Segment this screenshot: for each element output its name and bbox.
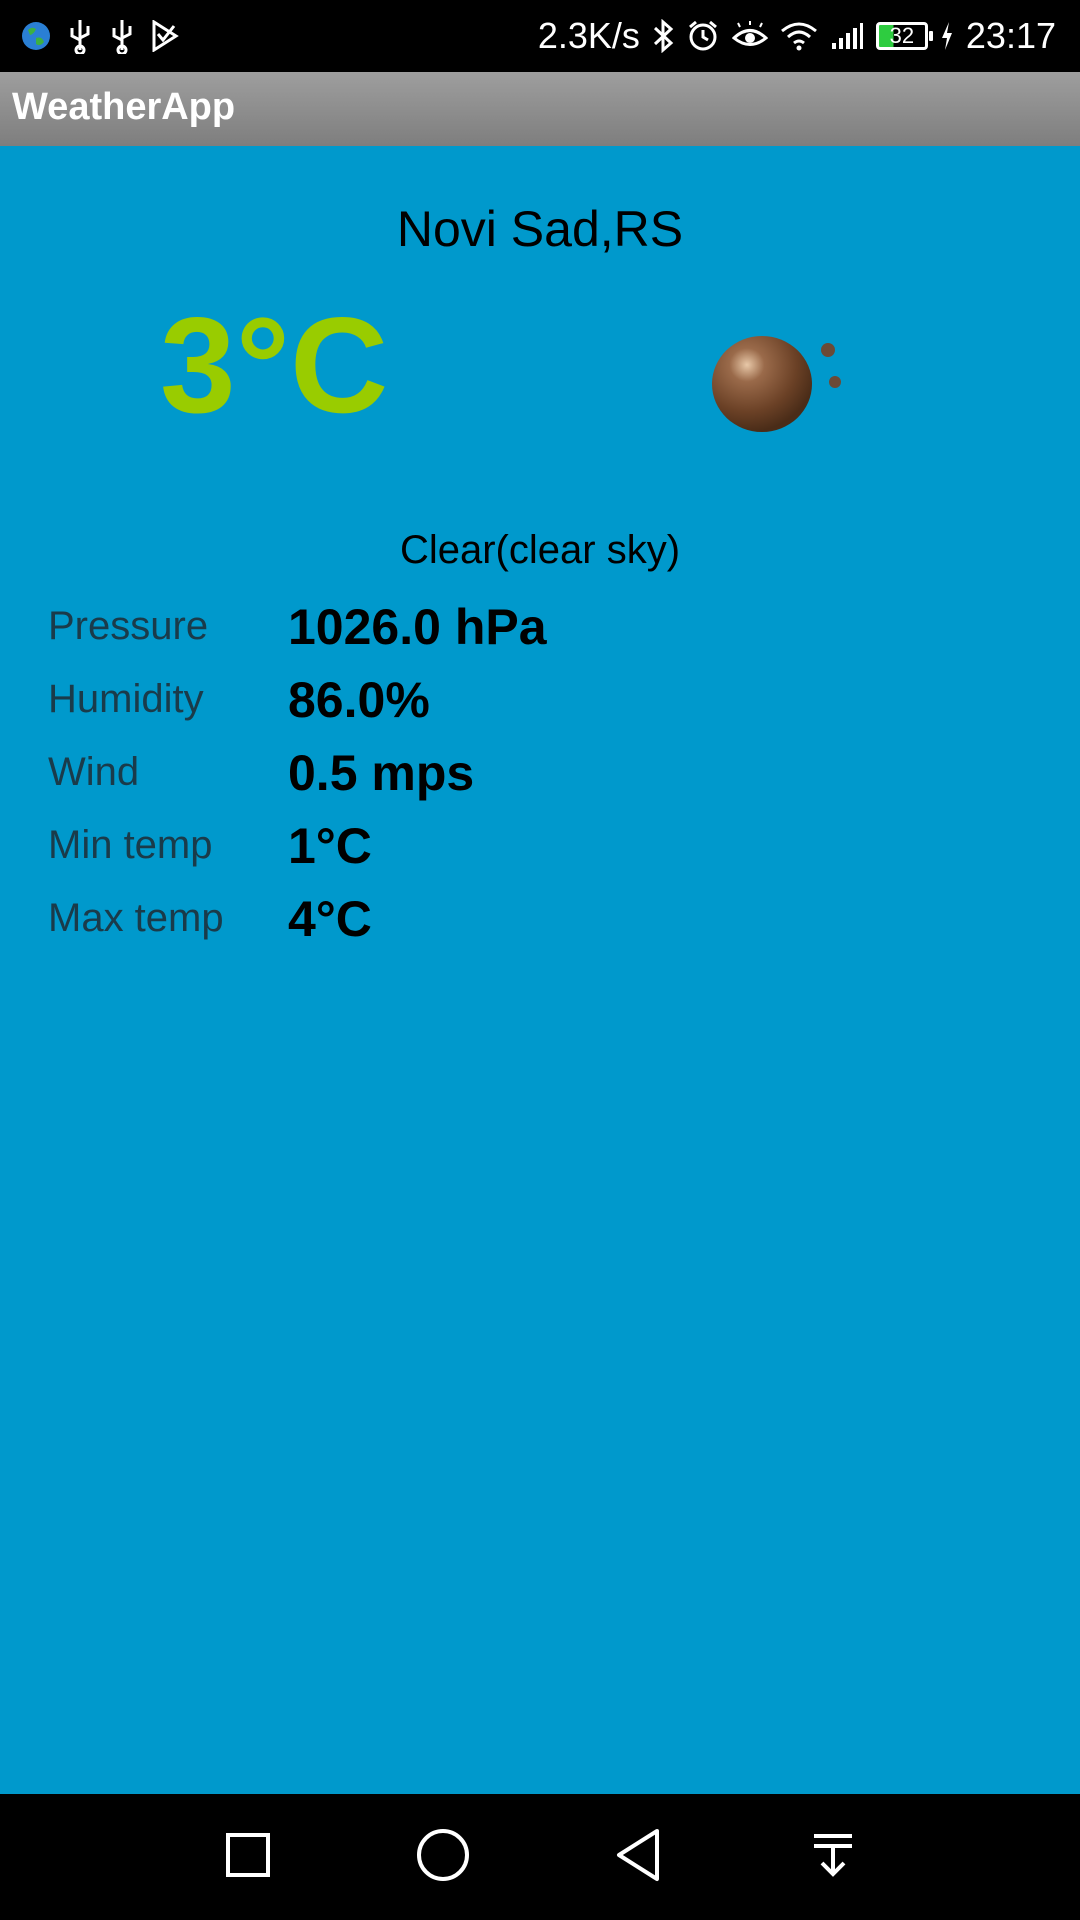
pressure-value: 1026.0 hPa: [288, 598, 547, 655]
weather-details: Pressure 1026.0 hPa Humidity 86.0% Wind …: [48, 590, 547, 955]
city-name: Novi Sad,RS: [396, 201, 684, 257]
app-title: WeatherApp: [12, 86, 236, 128]
wind-value: 0.5 mps: [288, 744, 475, 801]
battery-icon: 32: [875, 22, 933, 50]
wifi-icon: [780, 21, 818, 51]
play-store-icon: [150, 20, 180, 52]
wind-label: Wind: [48, 750, 140, 794]
signal-icon: [830, 21, 864, 51]
charging-icon: [940, 21, 954, 51]
status-bar-notifications: [20, 16, 180, 56]
action-bar: WeatherApp: [0, 72, 1080, 146]
network-speed: 2.3K/s: [537, 15, 640, 56]
alarm-icon: [686, 19, 720, 53]
detail-row-min-temp: Min temp 1°C: [48, 809, 547, 882]
back-button[interactable]: [598, 1817, 678, 1897]
usb-icon: [108, 18, 136, 54]
detail-row-max-temp: Max temp 4°C: [48, 882, 547, 955]
usb-icon: [66, 18, 94, 54]
notification-pull-down-icon: [808, 1830, 858, 1885]
status-bar: 2.3K/s 32 23:17: [0, 0, 1080, 72]
back-icon: [613, 1827, 663, 1888]
status-bar-system: 2.3K/s 32 23:17: [538, 10, 1056, 62]
pressure-label: Pressure: [48, 604, 209, 648]
max-temp-value: 4°C: [288, 890, 372, 947]
home-icon: [415, 1827, 471, 1888]
min-temp-value: 1°C: [288, 817, 372, 874]
recents-button[interactable]: [208, 1817, 288, 1897]
battery-level: 32: [889, 23, 915, 48]
detail-row-humidity: Humidity 86.0%: [48, 663, 547, 736]
weather-screen: 2.3K/s 32 23:17 WeatherApp Novi Sad,RS 3…: [0, 0, 1080, 1920]
bluetooth-icon: [652, 19, 674, 53]
weather-condition: Clear(clear sky): [399, 528, 681, 572]
home-button[interactable]: [403, 1817, 483, 1897]
globe-icon: [20, 20, 52, 52]
current-temperature: 3°C: [160, 289, 389, 441]
clock: 23:17: [965, 15, 1056, 56]
eye-comfort-icon: [731, 21, 768, 51]
recents-icon: [223, 1830, 273, 1885]
detail-row-wind: Wind 0.5 mps: [48, 736, 547, 809]
navigation-bar: [0, 1794, 1080, 1920]
detail-row-pressure: Pressure 1026.0 hPa: [48, 590, 547, 663]
humidity-value: 86.0%: [288, 671, 430, 728]
clear-night-moon-icon: [700, 320, 850, 450]
min-temp-label: Min temp: [48, 823, 213, 867]
max-temp-label: Max temp: [48, 896, 224, 940]
notification-pull-down-button[interactable]: [793, 1817, 873, 1897]
humidity-label: Humidity: [48, 677, 204, 721]
